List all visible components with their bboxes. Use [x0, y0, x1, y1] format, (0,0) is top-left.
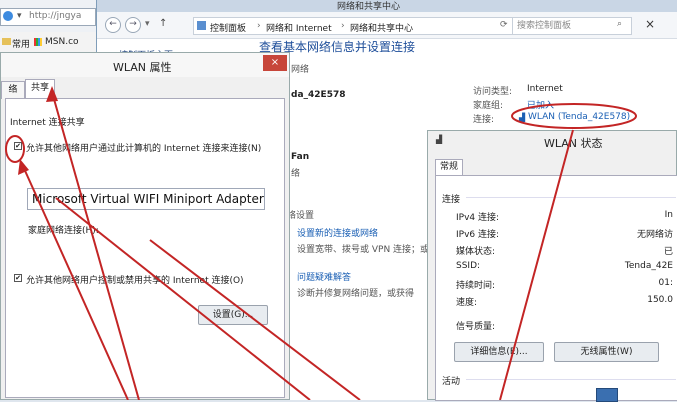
wlan-connection-link[interactable]: WLAN (Tenda_42E578) [528, 112, 630, 122]
check-icon: ✔ [15, 142, 21, 150]
tab-general[interactable]: 常规 [435, 159, 463, 175]
homegroup-link[interactable]: 已加入 [527, 98, 554, 111]
window-title: 网络和共享中心 [337, 2, 401, 12]
setup-connection-link[interactable]: 设置新的连接或网络 [297, 226, 378, 239]
details-button[interactable]: 详细信息(E)... [454, 342, 544, 362]
navigation-bar: ← → ▾ ↑ 控制面板 › 网络和 Internet › 网络和共享中心 ⟳ … [97, 12, 677, 39]
dialog-title-bar: WLAN 属性 × [1, 53, 289, 77]
status-value: Tenda_42E [624, 261, 673, 271]
close-icon[interactable]: × [645, 17, 655, 31]
favorite-item-common[interactable]: 常用 [12, 37, 30, 50]
tab-networking[interactable]: 络 [1, 81, 25, 99]
refresh-icon[interactable]: ⟳ [500, 20, 508, 30]
connections-label: 连接: [473, 115, 495, 125]
address-bar[interactable]: ▾ http://jngya [0, 8, 96, 26]
status-label: 媒体状态: [456, 247, 496, 257]
ics-group-label: Internet 连接共享 [10, 118, 85, 128]
settings-button[interactable]: 设置(G)... [198, 305, 268, 325]
status-value: 150.0 [647, 295, 673, 305]
allow-share-label: 允许其他网络用户通过此计算机的 Internet 连接来连接(N) [26, 144, 262, 154]
status-value: In [664, 210, 673, 220]
control-panel-icon [197, 21, 206, 30]
folder-icon [2, 38, 11, 45]
allow-control-label: 允许其他网络用户控制或禁用共享的 Internet 连接(O) [26, 276, 244, 286]
network-name: da_42E578 [291, 90, 346, 100]
allow-control-checkbox[interactable]: ✔ [14, 274, 22, 282]
wifi-signal-icon: ▟ [519, 113, 526, 122]
signal-quality-label: 信号质量: [456, 322, 496, 332]
breadcrumb-item-control-panel[interactable]: 控制面板 [210, 21, 246, 34]
home-connection-select[interactable]: Microsoft Virtual WIFI Miniport Adapter [27, 188, 265, 210]
dialog-title: WLAN 状态 [544, 137, 603, 150]
breadcrumb-separator: › [341, 21, 345, 31]
wlan-status-dialog: ▟ WLAN 状态 常规 连接 IPv4 连接: In IPv6 连接: 无网络… [427, 130, 677, 402]
troubleshoot-desc: 诊断并修复网络问题，或获得 [297, 289, 415, 299]
window-title-bar: 网络和共享中心 [97, 0, 677, 12]
msn-icon [34, 38, 42, 46]
wlan-properties-dialog: WLAN 属性 × 络 共享 Internet 连接共享 ✔ 允许其他网络用户通… [0, 52, 290, 400]
up-icon[interactable]: ↑ [159, 18, 167, 29]
breadcrumb[interactable]: 控制面板 › 网络和 Internet › 网络和共享中心 ⟳ [193, 17, 521, 35]
wifi-signal-icon: ▟ [436, 135, 443, 144]
favorite-item-msn[interactable]: MSN.co [45, 37, 79, 47]
breadcrumb-item-network-sharing-center[interactable]: 网络和共享中心 [350, 21, 413, 34]
forward-button[interactable]: → [125, 17, 141, 33]
status-label: 速度: [456, 298, 478, 308]
homegroup-label: 家庭组: [473, 101, 504, 111]
dialog-title: WLAN 属性 [113, 61, 172, 74]
recent-dropdown-icon[interactable]: ▾ [145, 19, 150, 29]
check-icon: ✔ [15, 274, 21, 282]
breadcrumb-separator: › [257, 21, 261, 31]
ie-icon [3, 11, 13, 21]
change-settings-label: 络设置 [287, 211, 315, 221]
address-text: http://jngya [29, 11, 82, 21]
close-button[interactable]: × [263, 55, 287, 71]
status-value: 已 [663, 247, 673, 257]
divider [466, 197, 676, 198]
status-label: IPv4 连接: [456, 213, 500, 223]
access-type-label: 访问类型: [473, 87, 513, 97]
connection-section-label: 连接 [442, 195, 461, 205]
search-icon[interactable]: ⌕ [617, 19, 622, 29]
status-label: SSID: [456, 261, 481, 271]
troubleshoot-link[interactable]: 问题疑难解答 [297, 270, 351, 283]
dropdown-icon[interactable]: ▾ [17, 11, 22, 21]
status-panel: 连接 IPv4 连接: In IPv6 连接: 无网络访 媒体状态: 已 SSI… [435, 175, 677, 402]
status-label: IPv6 连接: [456, 230, 500, 240]
home-connection-label: 家庭网络连接(H): [28, 226, 99, 236]
status-value: 01: [658, 278, 673, 288]
favorites-bar: 常用 MSN.co [0, 32, 100, 53]
network-section-label: 网络 [291, 65, 310, 75]
search-input[interactable]: 搜索控制面板 [512, 17, 632, 35]
activity-section-label: 活动 [442, 377, 461, 387]
tab-sharing[interactable]: 共享 [25, 79, 55, 99]
status-label: 持续时间: [456, 281, 496, 291]
network2-name: Fan [291, 152, 310, 162]
network2-type: 络 [291, 169, 301, 179]
wireless-properties-button[interactable]: 无线属性(W) [554, 342, 659, 362]
divider [466, 379, 676, 380]
breadcrumb-item-network-internet[interactable]: 网络和 Internet [266, 21, 332, 34]
allow-share-checkbox[interactable]: ✔ [14, 142, 22, 150]
sharing-panel: Internet 连接共享 ✔ 允许其他网络用户通过此计算机的 Internet… [5, 98, 285, 398]
back-button[interactable]: ← [105, 17, 121, 33]
setup-connection-desc: 设置宽带、拨号或 VPN 连接；或 [297, 245, 430, 255]
access-type-value: Internet [527, 84, 563, 94]
status-value: 无网络访 [636, 230, 673, 240]
